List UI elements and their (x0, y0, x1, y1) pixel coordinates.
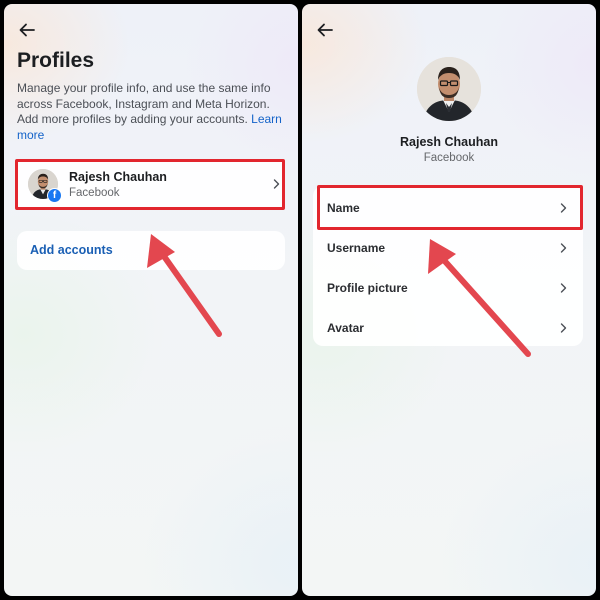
profiles-screen: Profiles Manage your profile info, and u… (4, 4, 298, 596)
menu-item-label: Username (327, 241, 386, 255)
profile-name: Rajesh Chauhan (400, 135, 498, 149)
profile-settings-list: Name Username Profile picture Avatar (313, 186, 583, 346)
profile-platform: Facebook (423, 152, 475, 164)
back-arrow-icon[interactable] (18, 22, 36, 38)
menu-item-username[interactable]: Username (313, 226, 583, 266)
chevron-right-icon (560, 323, 567, 333)
menu-item-avatar[interactable]: Avatar (313, 306, 583, 346)
add-accounts-label: Add accounts (30, 243, 113, 257)
profile-detail-screen: Rajesh Chauhan Facebook Name Username Pr… (302, 4, 596, 596)
menu-item-name[interactable]: Name (313, 186, 583, 226)
profile-name: Rajesh Chauhan (69, 170, 167, 184)
profile-photo (417, 57, 481, 121)
add-accounts-button[interactable]: Add accounts (17, 231, 285, 270)
chevron-right-icon (560, 243, 567, 253)
profile-card: f Rajesh Chauhan Facebook (15, 159, 285, 209)
profile-row-rajesh[interactable]: f Rajesh Chauhan Facebook (15, 159, 285, 209)
menu-item-profile-picture[interactable]: Profile picture (313, 266, 583, 306)
chevron-right-icon (273, 179, 280, 189)
chevron-right-icon (560, 283, 567, 293)
menu-item-label: Profile picture (327, 281, 408, 295)
avatar: f (28, 169, 62, 203)
page-title: Profiles (17, 49, 95, 72)
chevron-right-icon (560, 203, 567, 213)
description-text: Manage your profile info, and use the sa… (17, 81, 271, 126)
menu-item-label: Name (327, 201, 360, 215)
menu-item-label: Avatar (327, 321, 364, 335)
profile-platform: Facebook (69, 187, 120, 199)
back-arrow-icon[interactable] (316, 22, 334, 38)
profiles-description: Manage your profile info, and use the sa… (17, 81, 285, 143)
facebook-badge-icon: f (47, 188, 62, 203)
